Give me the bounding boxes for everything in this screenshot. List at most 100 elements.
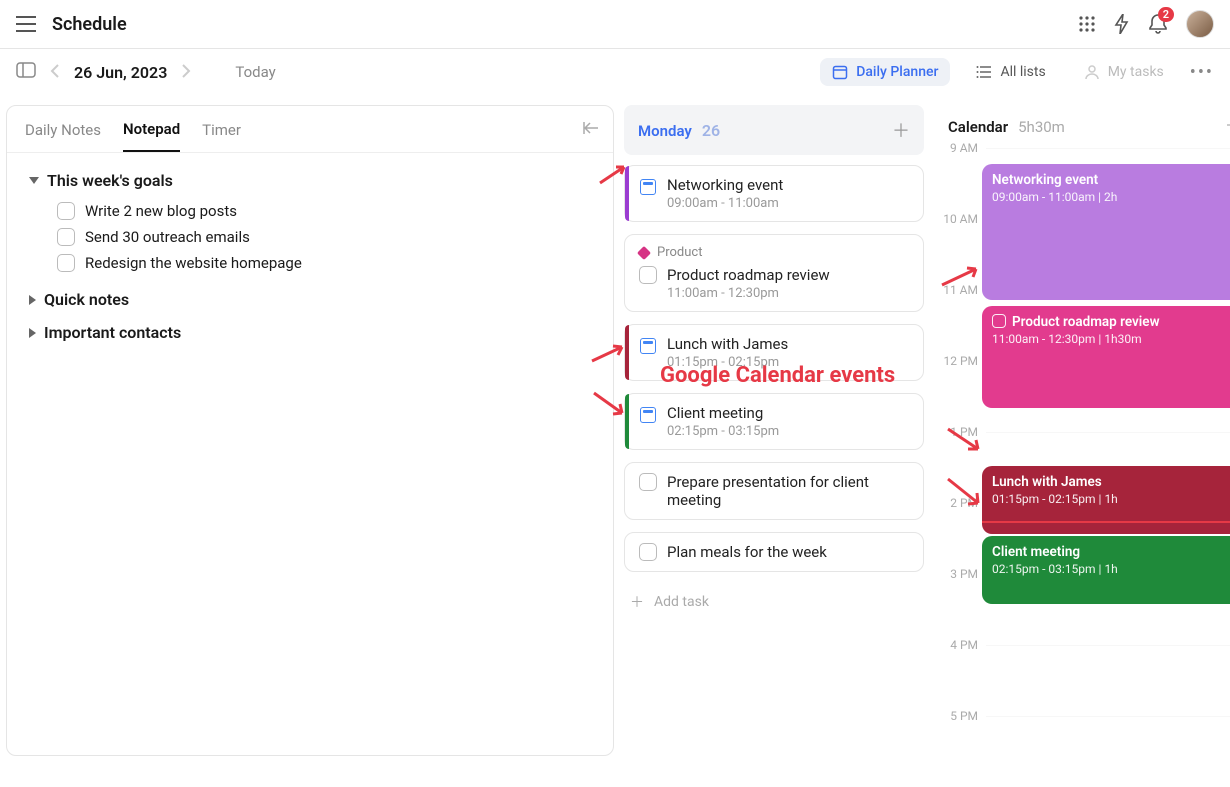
main: Daily Notes Notepad Timer This week's go…	[0, 95, 1230, 756]
hour-label: 10 AM	[934, 212, 986, 283]
checkbox[interactable]	[57, 202, 75, 220]
lightning-icon[interactable]	[1114, 14, 1130, 34]
hour-label: 1 PM	[934, 425, 986, 496]
all-lists-pill[interactable]: All lists	[964, 58, 1057, 86]
task-card[interactable]: Lunch with James 01:15pm - 02:15pm	[624, 324, 924, 381]
event-title: Client meeting	[992, 544, 1080, 560]
topbar-left: Schedule	[16, 14, 127, 35]
add-task-label: Add task	[654, 594, 709, 610]
today-button[interactable]: Today	[235, 63, 275, 81]
task-title: Prepare presentation for client meeting	[667, 473, 911, 509]
list-item[interactable]: Write 2 new blog posts	[57, 198, 591, 224]
hour-line	[986, 716, 1230, 787]
calendar-column: Calendar 5h30m 9 AM10 AM11 AM12 PM1 PM2 …	[934, 105, 1230, 756]
apps-grid-icon[interactable]	[1078, 15, 1096, 33]
topbar-right: 2	[1078, 10, 1214, 38]
task-title: Client meeting	[667, 404, 911, 422]
calendar-event[interactable]: Lunch with James01:15pm - 02:15pm | 1h	[982, 466, 1230, 534]
tab-notepad[interactable]: Notepad	[123, 120, 180, 152]
menu-icon[interactable]	[16, 16, 36, 32]
secondbar: 26 Jun, 2023 Today Daily Planner All lis…	[0, 49, 1230, 95]
secondbar-left: 26 Jun, 2023 Today	[16, 62, 276, 82]
hour-row: 4 PM	[934, 645, 1230, 716]
page-title: Schedule	[52, 14, 127, 35]
list-item[interactable]: Send 30 outreach emails	[57, 224, 591, 250]
topbar: Schedule 2	[0, 0, 1230, 49]
calendar-timeline[interactable]: 9 AM10 AM11 AM12 PM1 PM2 PM3 PM4 PM5 PMN…	[934, 148, 1230, 728]
event-subtitle: 09:00am - 11:00am | 2h	[992, 190, 1230, 204]
tab-daily-notes[interactable]: Daily Notes	[25, 121, 101, 151]
checkbox[interactable]	[639, 543, 657, 561]
notifications-icon[interactable]: 2	[1148, 13, 1168, 35]
section-contacts: Important contacts	[29, 323, 591, 342]
task-time: 02:15pm - 03:15pm	[667, 424, 911, 439]
section-goals-title: This week's goals	[47, 171, 173, 190]
task-tag-row: Product	[639, 245, 911, 260]
list-item[interactable]: Redesign the website homepage	[57, 250, 591, 276]
daily-planner-pill[interactable]: Daily Planner	[820, 58, 950, 86]
day-name: Monday	[638, 122, 692, 140]
collapse-left-icon[interactable]	[583, 120, 599, 139]
tab-timer[interactable]: Timer	[202, 121, 241, 151]
event-subtitle: 11:00am - 12:30pm | 1h30m	[992, 332, 1230, 346]
task-card[interactable]: Prepare presentation for client meeting	[624, 462, 924, 520]
notification-badge: 2	[1158, 7, 1174, 22]
section-contacts-header[interactable]: Important contacts	[29, 323, 591, 342]
notepad-tabs: Daily Notes Notepad Timer	[7, 106, 613, 153]
date-display[interactable]: 26 Jun, 2023	[74, 63, 167, 82]
calendar-title: Calendar	[948, 118, 1008, 136]
checkbox[interactable]	[57, 254, 75, 272]
current-time-indicator	[982, 521, 1230, 523]
calendar-event[interactable]: Client meeting 02:15pm - 03:15pm | 1h	[982, 536, 1230, 604]
event-title: Product roadmap review	[1012, 314, 1160, 330]
list-item-label: Send 30 outreach emails	[85, 228, 250, 246]
event-subtitle: 01:15pm - 02:15pm | 1h	[992, 492, 1230, 506]
calendar-icon	[832, 64, 848, 80]
calendar-event[interactable]: Product roadmap review 11:00am - 12:30pm …	[982, 306, 1230, 408]
hour-label: 9 AM	[934, 141, 986, 212]
more-menu-icon[interactable]: •••	[1190, 62, 1214, 83]
sidebar-toggle-icon[interactable]	[16, 62, 36, 82]
calendar-duration: 5h30m	[1018, 118, 1065, 136]
event-subtitle: 02:15pm - 03:15pm | 1h	[992, 562, 1230, 576]
section-goals: This week's goals Write 2 new blog posts…	[29, 171, 591, 276]
task-card[interactable]: Client meeting 02:15pm - 03:15pm	[624, 393, 924, 450]
task-card[interactable]: Product Product roadmap review 11:00am -…	[624, 234, 924, 312]
section-goals-header[interactable]: This week's goals	[29, 171, 591, 190]
hour-line	[986, 645, 1230, 716]
event-title: Networking event	[992, 172, 1098, 188]
task-card[interactable]: Plan meals for the week	[624, 532, 924, 572]
checkbox[interactable]	[57, 228, 75, 246]
daily-planner-label: Daily Planner	[856, 64, 938, 80]
color-bar	[625, 325, 629, 380]
task-card[interactable]: Networking event 09:00am - 11:00am	[624, 165, 924, 222]
day-number: 26	[702, 121, 720, 140]
list-item-label: Write 2 new blog posts	[85, 202, 237, 220]
task-title: Networking event	[667, 176, 911, 194]
section-quick-notes-header[interactable]: Quick notes	[29, 290, 591, 309]
checkbox[interactable]	[639, 266, 657, 284]
day-header: Monday 26 ＋	[624, 105, 924, 155]
collapse-right-icon[interactable]	[1226, 117, 1230, 136]
hour-row: 5 PM	[934, 716, 1230, 787]
checkbox[interactable]	[639, 473, 657, 491]
add-task-button[interactable]: ＋ Add task	[624, 584, 924, 620]
all-lists-label: All lists	[1000, 64, 1045, 80]
add-icon[interactable]: ＋	[892, 117, 910, 143]
calendar-event[interactable]: Networking event 09:00am - 11:00am | 2h	[982, 164, 1230, 300]
hour-label: 4 PM	[934, 638, 986, 709]
goals-checklist: Write 2 new blog posts Send 30 outreach …	[29, 198, 591, 276]
checkbox[interactable]	[992, 314, 1006, 328]
prev-day-button[interactable]	[46, 63, 64, 82]
diamond-icon	[637, 245, 651, 259]
my-tasks-pill[interactable]: My tasks	[1072, 58, 1176, 86]
color-bar	[625, 166, 629, 221]
next-day-button[interactable]	[177, 63, 195, 82]
avatar[interactable]	[1186, 10, 1214, 38]
task-time: 01:15pm - 02:15pm	[667, 355, 911, 370]
task-time: 09:00am - 11:00am	[667, 196, 911, 211]
hour-label: 12 PM	[934, 354, 986, 425]
hour-label: 3 PM	[934, 567, 986, 638]
google-calendar-icon	[639, 178, 657, 196]
section-quick-notes: Quick notes	[29, 290, 591, 309]
